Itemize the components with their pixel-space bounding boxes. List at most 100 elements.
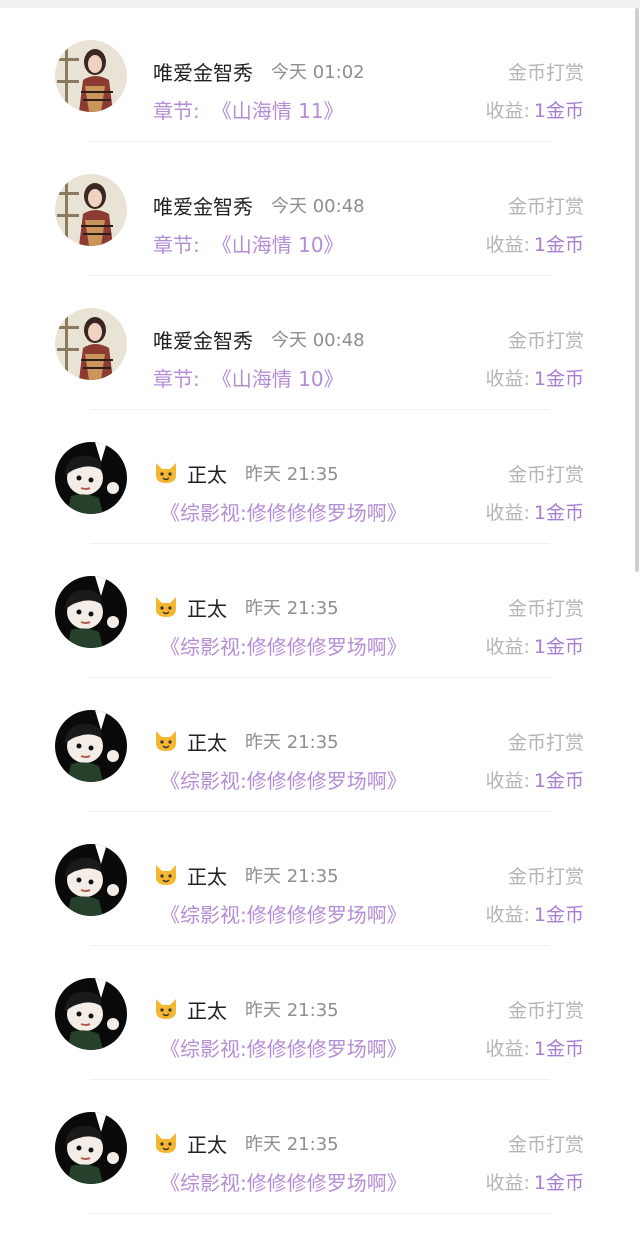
chapter-title[interactable]: 《综影视:修修修修罗场啊》 <box>160 497 407 526</box>
list-item[interactable]: 正太 昨天 21:35 《综影视:修修修修罗场啊》 金币打赏 收益: 1金币 <box>0 678 640 812</box>
divider <box>90 1213 550 1214</box>
cartoon-boy-avatar <box>55 1112 127 1184</box>
avatar[interactable] <box>55 442 127 514</box>
chapter-title[interactable]: 《综影视:修修修修罗场啊》 <box>160 1033 407 1062</box>
avatar[interactable] <box>55 844 127 916</box>
timestamp: 今天 00:48 <box>271 330 365 351</box>
avatar[interactable] <box>55 174 127 246</box>
income: 收益: 1金币 <box>486 1166 585 1196</box>
timestamp: 昨天 21:35 <box>245 866 339 887</box>
name-line: 正太 昨天 21:35 <box>153 458 339 488</box>
avatar[interactable] <box>55 40 127 112</box>
avatar[interactable] <box>55 978 127 1050</box>
income-label: 收益: <box>485 501 530 524</box>
user-name[interactable]: 正太 <box>187 593 227 622</box>
list-item[interactable]: 正太 昨天 21:35 《综影视:修修修修罗场啊》 金币打赏 收益: 1金币 <box>0 812 640 946</box>
income: 收益: 1金币 <box>486 94 585 124</box>
woman-photo-avatar <box>55 40 127 112</box>
chapter-title[interactable]: 《综影视:修修修修罗场啊》 <box>160 1167 407 1196</box>
name-line: 唯爱金智秀 今天 01:02 <box>153 56 365 86</box>
chapter-line[interactable]: 章节: 《山海情 10》 <box>153 362 344 392</box>
avatar[interactable] <box>55 1112 127 1184</box>
cat-face-icon <box>153 595 179 619</box>
timestamp: 今天 00:48 <box>271 196 365 217</box>
chapter-line[interactable]: 《综影视:修修修修罗场啊》 <box>160 496 407 526</box>
cat-face-icon <box>153 729 179 753</box>
chapter-line[interactable]: 《综影视:修修修修罗场啊》 <box>160 630 407 660</box>
user-name[interactable]: 正太 <box>187 727 227 756</box>
income: 收益: 1金币 <box>486 496 585 526</box>
chapter-line[interactable]: 《综影视:修修修修罗场啊》 <box>160 1166 407 1196</box>
name-line: 正太 昨天 21:35 <box>153 860 339 890</box>
timestamp: 昨天 21:35 <box>245 464 339 485</box>
income-value: 1金币 <box>533 903 584 926</box>
name-line: 正太 昨天 21:35 <box>153 592 339 622</box>
income-value: 1金币 <box>533 1037 584 1060</box>
user-name[interactable]: 唯爱金智秀 <box>153 325 253 354</box>
list-item[interactable]: 正太 昨天 21:35 《综影视:修修修修罗场啊》 金币打赏 收益: 1金币 <box>0 410 640 544</box>
user-name[interactable]: 唯爱金智秀 <box>153 57 253 86</box>
user-name[interactable]: 正太 <box>187 861 227 890</box>
chapter-line[interactable]: 《综影视:修修修修罗场啊》 <box>160 764 407 794</box>
user-name[interactable]: 正太 <box>187 995 227 1024</box>
top-status-strip <box>0 0 640 8</box>
income: 收益: 1金币 <box>486 362 585 392</box>
reward-type: 金币打赏 <box>507 330 584 352</box>
list-item[interactable]: 正太 昨天 21:35 《综影视:修修修修罗场啊》 金币打赏 收益: 1金币 <box>0 1080 640 1214</box>
avatar[interactable] <box>55 308 127 380</box>
income-value: 1金币 <box>533 1171 584 1194</box>
chapter-line[interactable]: 章节: 《山海情 10》 <box>153 228 344 258</box>
name-line: 正太 昨天 21:35 <box>153 1128 339 1158</box>
income-label: 收益: <box>485 1171 530 1194</box>
chapter-title[interactable]: 《综影视:修修修修罗场啊》 <box>160 631 407 660</box>
chapter-line[interactable]: 《综影视:修修修修罗场啊》 <box>160 898 407 928</box>
timestamp: 昨天 21:35 <box>245 1134 339 1155</box>
list-item[interactable]: 唯爱金智秀 今天 01:02 章节: 《山海情 11》 金币打赏 收益: 1金币 <box>0 8 640 142</box>
timestamp: 昨天 21:35 <box>245 1000 339 1021</box>
reward-type: 金币打赏 <box>507 866 584 888</box>
avatar[interactable] <box>55 576 127 648</box>
chapter-title[interactable]: 《山海情 10》 <box>212 363 344 392</box>
cartoon-boy-avatar <box>55 442 127 514</box>
chapter-prefix: 章节: <box>153 232 200 257</box>
chapter-prefix: 章节: <box>153 366 200 391</box>
user-name[interactable]: 唯爱金智秀 <box>153 191 253 220</box>
income-label: 收益: <box>485 903 530 926</box>
name-line: 唯爱金智秀 今天 00:48 <box>153 190 365 220</box>
income-label: 收益: <box>485 367 530 390</box>
income-value: 1金币 <box>533 367 584 390</box>
user-name[interactable]: 正太 <box>187 459 227 488</box>
chapter-title[interactable]: 《山海情 10》 <box>212 229 344 258</box>
list-item[interactable]: 正太 昨天 21:35 《综影视:修修修修罗场啊》 金币打赏 收益: 1金币 <box>0 544 640 678</box>
list-item[interactable]: 唯爱金智秀 今天 00:48 章节: 《山海情 10》 金币打赏 收益: 1金币 <box>0 142 640 276</box>
timestamp: 昨天 21:35 <box>245 598 339 619</box>
income: 收益: 1金币 <box>486 764 585 794</box>
reward-type: 金币打赏 <box>507 732 584 754</box>
chapter-title[interactable]: 《山海情 11》 <box>212 95 344 124</box>
list-item[interactable]: 唯爱金智秀 今天 00:48 章节: 《山海情 10》 金币打赏 收益: 1金币 <box>0 276 640 410</box>
chapter-line[interactable]: 《综影视:修修修修罗场啊》 <box>160 1032 407 1062</box>
reward-type: 金币打赏 <box>507 598 584 620</box>
cartoon-boy-avatar <box>55 978 127 1050</box>
user-name[interactable]: 正太 <box>187 1129 227 1158</box>
woman-photo-avatar <box>55 308 127 380</box>
list-item[interactable]: 正太 昨天 21:35 《综影视:修修修修罗场啊》 金币打赏 收益: 1金币 <box>0 946 640 1080</box>
income-value: 1金币 <box>533 99 584 122</box>
cat-face-icon <box>153 997 179 1021</box>
income-value: 1金币 <box>533 233 584 256</box>
name-line: 正太 昨天 21:35 <box>153 726 339 756</box>
reward-type: 金币打赏 <box>507 196 584 218</box>
income-label: 收益: <box>485 1037 530 1060</box>
income-label: 收益: <box>485 99 530 122</box>
income-label: 收益: <box>485 233 530 256</box>
reward-list: 唯爱金智秀 今天 01:02 章节: 《山海情 11》 金币打赏 收益: 1金币 <box>0 8 640 1243</box>
income: 收益: 1金币 <box>486 1032 585 1062</box>
reward-type: 金币打赏 <box>507 1000 584 1022</box>
chapter-line[interactable]: 章节: 《山海情 11》 <box>153 94 344 124</box>
chapter-title[interactable]: 《综影视:修修修修罗场啊》 <box>160 899 407 928</box>
reward-type: 金币打赏 <box>507 464 584 486</box>
chapter-title[interactable]: 《综影视:修修修修罗场啊》 <box>160 765 407 794</box>
scrollbar[interactable] <box>635 8 639 572</box>
avatar[interactable] <box>55 710 127 782</box>
chapter-prefix: 章节: <box>153 98 200 123</box>
